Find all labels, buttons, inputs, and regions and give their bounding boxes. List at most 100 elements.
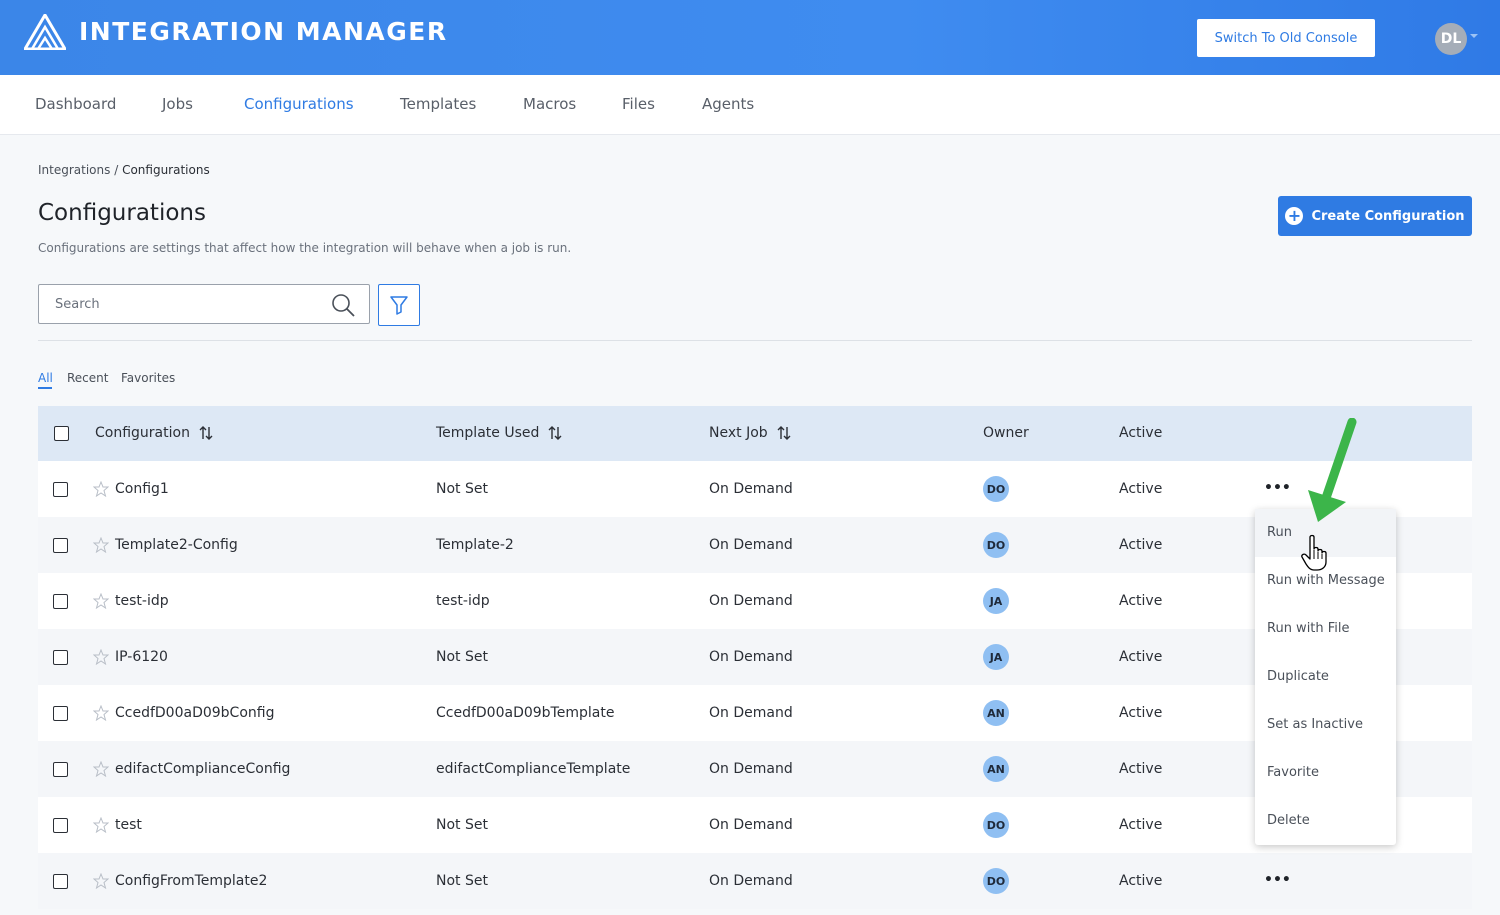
row-checkbox[interactable] <box>53 538 68 553</box>
tab-active-indicator <box>38 387 52 389</box>
menu-item-run-with-file[interactable]: Run with File <box>1255 605 1396 653</box>
row-checkbox[interactable] <box>53 594 68 609</box>
table-row[interactable]: ConfigFromTemplate2 Not Set On Demand DO… <box>38 853 1472 909</box>
next-job: On Demand <box>709 481 793 497</box>
next-job: On Demand <box>709 705 793 721</box>
sort-icon[interactable] <box>547 425 563 441</box>
owner-avatar: DO <box>983 476 1009 502</box>
column-configuration-label: Configuration <box>95 425 190 441</box>
divider <box>38 340 1472 341</box>
nav-configurations[interactable]: Configurations <box>244 95 354 113</box>
row-checkbox[interactable] <box>53 874 68 889</box>
row-checkbox[interactable] <box>53 482 68 497</box>
star-icon[interactable] <box>93 873 109 889</box>
owner-avatar: AN <box>983 700 1009 726</box>
search-icon[interactable] <box>331 293 355 317</box>
row-checkbox[interactable] <box>53 650 68 665</box>
column-template-used[interactable]: Template Used <box>436 425 563 441</box>
owner-avatar: AN <box>983 756 1009 782</box>
template-used: Not Set <box>436 649 488 665</box>
funnel-icon <box>390 296 408 315</box>
nav-macros[interactable]: Macros <box>523 95 576 113</box>
filter-button[interactable] <box>378 284 420 326</box>
template-used: Template-2 <box>436 537 514 553</box>
template-used: CcedfD00aD09bTemplate <box>436 705 615 721</box>
configuration-name[interactable]: ConfigFromTemplate2 <box>115 873 267 889</box>
create-configuration-button[interactable]: + Create Configuration <box>1278 196 1472 236</box>
configuration-name[interactable]: Config1 <box>115 481 169 497</box>
sort-icon[interactable] <box>198 425 214 441</box>
menu-item-run-with-message[interactable]: Run with Message <box>1255 557 1396 605</box>
sort-icon[interactable] <box>776 425 792 441</box>
owner-avatar: DO <box>983 812 1009 838</box>
template-used: Not Set <box>436 873 488 889</box>
star-icon[interactable] <box>93 481 109 497</box>
row-checkbox[interactable] <box>53 818 68 833</box>
menu-item-run[interactable]: Run <box>1255 509 1396 557</box>
breadcrumb-integrations[interactable]: Integrations <box>38 163 110 177</box>
column-active-label: Active <box>1119 425 1163 441</box>
nav-templates[interactable]: Templates <box>400 95 476 113</box>
status-text: Active <box>1119 817 1163 833</box>
create-configuration-label: Create Configuration <box>1311 208 1465 224</box>
nav-jobs[interactable]: Jobs <box>162 95 193 113</box>
configuration-name[interactable]: edifactComplianceConfig <box>115 761 290 777</box>
menu-item-set-inactive[interactable]: Set as Inactive <box>1255 701 1396 749</box>
template-used: edifactComplianceTemplate <box>436 761 631 777</box>
status-text: Active <box>1119 705 1163 721</box>
user-avatar[interactable]: DL <box>1435 23 1467 55</box>
row-checkbox[interactable] <box>53 762 68 777</box>
column-next-job[interactable]: Next Job <box>709 425 792 441</box>
template-used: Not Set <box>436 817 488 833</box>
row-checkbox[interactable] <box>53 706 68 721</box>
star-icon[interactable] <box>93 761 109 777</box>
status-text: Active <box>1119 593 1163 609</box>
tab-recent[interactable]: Recent <box>67 371 108 385</box>
star-icon[interactable] <box>93 593 109 609</box>
menu-item-duplicate[interactable]: Duplicate <box>1255 653 1396 701</box>
search-input[interactable] <box>40 286 320 322</box>
configuration-name[interactable]: CcedfD00aD09bConfig <box>115 705 274 721</box>
star-icon[interactable] <box>93 649 109 665</box>
more-options-icon[interactable]: ••• <box>1264 477 1291 499</box>
next-job: On Demand <box>709 761 793 777</box>
menu-item-favorite[interactable]: Favorite <box>1255 749 1396 797</box>
page-title: Configurations <box>38 200 206 226</box>
owner-avatar: DO <box>983 532 1009 558</box>
next-job: On Demand <box>709 649 793 665</box>
owner-avatar: DO <box>983 868 1009 894</box>
switch-to-old-console-button[interactable]: Switch To Old Console <box>1197 19 1375 57</box>
nav-files[interactable]: Files <box>622 95 655 113</box>
configuration-name[interactable]: Template2-Config <box>115 537 238 553</box>
nav-dashboard[interactable]: Dashboard <box>35 95 116 113</box>
tab-all[interactable]: All <box>38 371 53 385</box>
column-configuration[interactable]: Configuration <box>95 425 214 441</box>
next-job: On Demand <box>709 817 793 833</box>
select-all-checkbox[interactable] <box>54 426 69 441</box>
column-owner: Owner <box>983 425 1029 441</box>
next-job: On Demand <box>709 593 793 609</box>
breadcrumb: Integrations / Configurations <box>38 163 210 177</box>
status-text: Active <box>1119 481 1163 497</box>
plus-circle-icon: + <box>1285 207 1304 225</box>
template-used: test-idp <box>436 593 490 609</box>
chevron-down-icon[interactable] <box>1470 34 1478 38</box>
status-text: Active <box>1119 761 1163 777</box>
tab-favorites[interactable]: Favorites <box>121 371 175 385</box>
column-next-job-label: Next Job <box>709 425 768 441</box>
star-icon[interactable] <box>93 537 109 553</box>
app-title: INTEGRATION MANAGER <box>79 17 448 46</box>
page-description: Configurations are settings that affect … <box>38 241 572 255</box>
nav-agents[interactable]: Agents <box>702 95 754 113</box>
column-active: Active <box>1119 425 1162 441</box>
mountain-logo-icon <box>24 14 66 50</box>
search-box <box>38 284 370 324</box>
menu-item-delete[interactable]: Delete <box>1255 797 1396 845</box>
star-icon[interactable] <box>93 705 109 721</box>
row-actions-menu: Run Run with Message Run with File Dupli… <box>1255 509 1396 845</box>
configuration-name[interactable]: test <box>115 817 142 833</box>
star-icon[interactable] <box>93 817 109 833</box>
configuration-name[interactable]: IP-6120 <box>115 649 168 665</box>
configuration-name[interactable]: test-idp <box>115 593 169 609</box>
more-options-icon[interactable]: ••• <box>1264 869 1291 891</box>
